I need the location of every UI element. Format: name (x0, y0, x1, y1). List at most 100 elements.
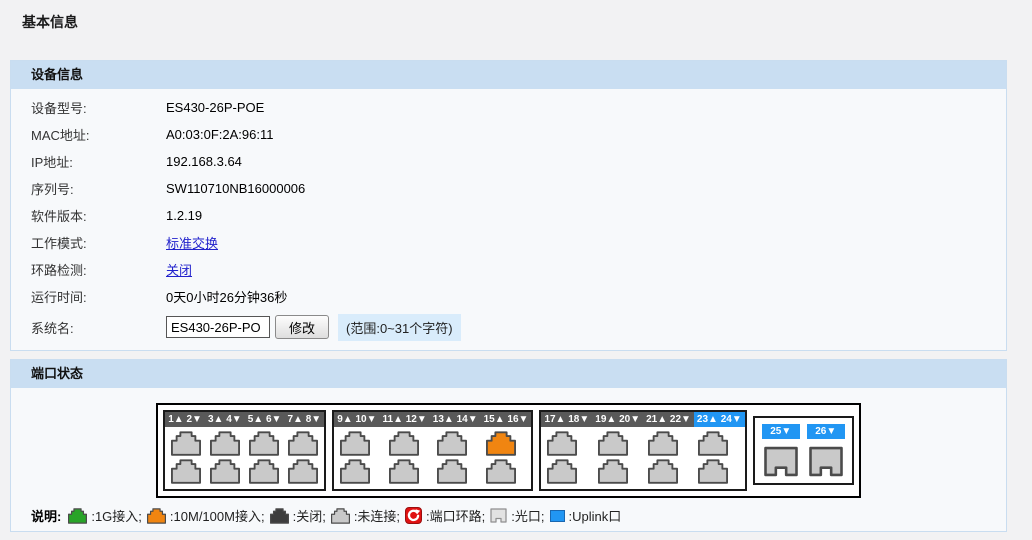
row-label: MAC地址: (11, 125, 166, 144)
port-11[interactable] (389, 431, 429, 456)
row-value: 1.2.19 (166, 208, 202, 223)
port-23[interactable] (698, 431, 739, 456)
port-7[interactable] (288, 431, 318, 456)
device-row-work-mode: 工作模式: 标准交换 (11, 229, 1006, 256)
loop-detect-link[interactable]: 关闭 (166, 260, 192, 279)
connected-1g-port-icon (68, 508, 87, 524)
port-group-3: 17▲ 18▼19▲ 20▼21▲ 22▼23▲ 24▼ (539, 410, 746, 491)
legend-item: :Uplink口 (550, 506, 622, 525)
port-group-1: 1▲ 2▼3▲ 4▼5▲ 6▼7▲ 8▼ (163, 410, 326, 491)
port-group-header: 17▲ 18▼19▲ 20▼21▲ 22▼23▲ 24▼ (541, 412, 744, 427)
sfp-group: 25▼ 26▼ (753, 416, 854, 485)
port-status-panel: 端口状态 1▲ 2▼3▲ 4▼5▲ 6▼7▲ 8▼9▲ 10▼11▲ 12▼13… (10, 359, 1007, 532)
row-label: IP地址: (11, 152, 166, 171)
port-3[interactable] (210, 431, 240, 456)
unconnected-port-icon (331, 508, 350, 524)
port-26[interactable] (808, 446, 844, 477)
uplink-icon (550, 510, 565, 522)
port-pair-label: 15▲ 16▼ (481, 412, 532, 427)
port-group-header: 9▲ 10▼11▲ 12▼13▲ 14▼15▲ 16▼ (334, 412, 531, 427)
port-4[interactable] (210, 459, 240, 484)
row-label: 系统名: (11, 318, 166, 337)
row-label: 序列号: (11, 179, 166, 198)
port-22[interactable] (648, 459, 689, 484)
sfp-port-label: 26▼ (807, 424, 845, 439)
device-row-system-name: 系统名: 修改 (范围:0~31个字符) (11, 310, 1006, 344)
row-value: 0天0小时26分钟36秒 (166, 287, 287, 306)
legend-item: :1G接入; (68, 506, 142, 525)
row-value: ES430-26P-POE (166, 100, 264, 115)
port-group-body (541, 427, 744, 489)
port-21[interactable] (648, 431, 689, 456)
port-20[interactable] (598, 459, 639, 484)
range-hint: (范围:0~31个字符) (338, 314, 461, 341)
legend-item-text: :10M/100M接入; (170, 506, 265, 525)
system-name-input[interactable] (166, 316, 270, 338)
port-17[interactable] (547, 431, 588, 456)
port-10[interactable] (340, 459, 380, 484)
port-status-body: 1▲ 2▼3▲ 4▼5▲ 6▼7▲ 8▼ 9▲ 10▼11▲ 12▼13▲ 14▼… (11, 388, 1006, 531)
port-pair-label: 9▲ 10▼ (334, 412, 379, 427)
port-19[interactable] (598, 431, 639, 456)
port-group-2: 9▲ 10▼11▲ 12▼13▲ 14▼15▲ 16▼ (332, 410, 533, 491)
port-18[interactable] (547, 459, 588, 484)
sfp-icon (490, 508, 507, 523)
port-pair-label: 13▲ 14▼ (430, 412, 481, 427)
port-16[interactable] (486, 459, 526, 484)
legend-item: :关闭; (270, 506, 326, 525)
legend: 说明: :1G接入;:10M/100M接入;:关闭;:未连接;:端口环路;:光口… (31, 506, 1006, 525)
device-row-serial: 序列号: SW110710NB16000006 (11, 175, 1006, 202)
port-pair-label: 17▲ 18▼ (541, 412, 592, 427)
device-row-loop-detect: 环路检测: 关闭 (11, 256, 1006, 283)
port-15[interactable] (486, 431, 526, 456)
legend-item-text: :光口; (511, 506, 544, 525)
legend-item-text: :1G接入; (91, 506, 142, 525)
port-pair-label: 1▲ 2▼ (165, 412, 205, 427)
port-12[interactable] (389, 459, 429, 484)
port-25[interactable] (763, 446, 799, 477)
device-row-ip: IP地址: 192.168.3.64 (11, 148, 1006, 175)
legend-item-text: :Uplink口 (569, 506, 622, 525)
legend-item: :未连接; (331, 506, 400, 525)
sfp-port-label: 25▼ (762, 424, 800, 439)
port-group-body (165, 427, 324, 489)
port-pair-label: 19▲ 20▼ (592, 412, 643, 427)
port-group-header: 1▲ 2▼3▲ 4▼5▲ 6▼7▲ 8▼ (165, 412, 324, 427)
page-title: 基本信息 (22, 12, 1032, 30)
port-8[interactable] (288, 459, 318, 484)
device-row-model: 设备型号: ES430-26P-POE (11, 94, 1006, 121)
legend-item: :端口环路; (405, 506, 485, 525)
row-label: 软件版本: (11, 206, 166, 225)
port-pair-label: 7▲ 8▼ (284, 412, 324, 427)
port-6[interactable] (249, 459, 279, 484)
legend-item-text: :未连接; (354, 506, 400, 525)
modify-button[interactable]: 修改 (275, 315, 329, 339)
port-9[interactable] (340, 431, 380, 456)
port-13[interactable] (437, 431, 477, 456)
row-label: 运行时间: (11, 287, 166, 306)
port-14[interactable] (437, 459, 477, 484)
sfp-cell: 26▼ (807, 424, 845, 477)
port-1[interactable] (171, 431, 201, 456)
device-row-uptime: 运行时间: 0天0小时26分钟36秒 (11, 283, 1006, 310)
port-5[interactable] (249, 431, 279, 456)
work-mode-link[interactable]: 标准交换 (166, 233, 218, 252)
disabled-port-icon (270, 508, 289, 524)
legend-item-text: :关闭; (293, 506, 326, 525)
port-24[interactable] (698, 459, 739, 484)
loop-icon (405, 507, 422, 524)
legend-item: :光口; (490, 506, 544, 525)
row-value: SW110710NB16000006 (166, 181, 305, 196)
port-pair-label: 23▲ 24▼ (694, 412, 745, 427)
row-label: 工作模式: (11, 233, 166, 252)
port-pair-label: 3▲ 4▼ (205, 412, 245, 427)
legend-item-text: :端口环路; (426, 506, 485, 525)
device-row-firmware: 软件版本: 1.2.19 (11, 202, 1006, 229)
device-info-panel: 设备信息 设备型号: ES430-26P-POE MAC地址: A0:03:0F… (10, 60, 1007, 351)
port-2[interactable] (171, 459, 201, 484)
port-board: 1▲ 2▼3▲ 4▼5▲ 6▼7▲ 8▼ 9▲ 10▼11▲ 12▼13▲ 14▼… (156, 403, 861, 498)
row-value: 192.168.3.64 (166, 154, 242, 169)
row-label: 环路检测: (11, 260, 166, 279)
device-info-body: 设备型号: ES430-26P-POE MAC地址: A0:03:0F:2A:9… (11, 89, 1006, 350)
legend-item: :10M/100M接入; (147, 506, 265, 525)
